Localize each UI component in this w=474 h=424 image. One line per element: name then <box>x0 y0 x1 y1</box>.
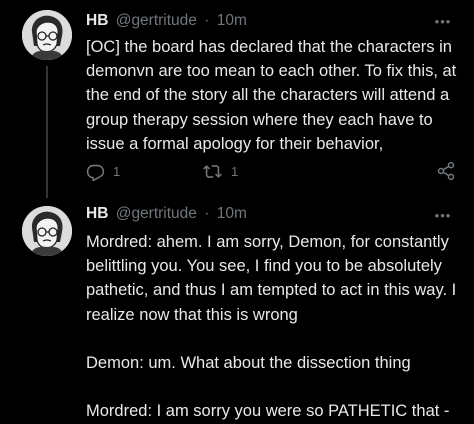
tweet-header: HB @gertritude · 10m <box>86 10 247 32</box>
header-separator: · <box>204 205 210 222</box>
avatar[interactable] <box>22 206 72 256</box>
header-separator: · <box>204 12 210 29</box>
author-name[interactable]: HB <box>86 12 108 29</box>
author-name[interactable]: HB <box>86 205 108 222</box>
avatar-drawing-icon <box>22 10 72 60</box>
avatar-drawing-icon <box>22 206 72 256</box>
tweet[interactable]: HB @gertritude · 10m ••• Mordred: ahem. … <box>0 198 474 420</box>
reply-button[interactable]: 1 <box>86 160 120 182</box>
tweet[interactable]: HB @gertritude · 10m ••• [OC] the board … <box>0 0 474 198</box>
retweet-count: 1 <box>231 163 239 179</box>
author-handle[interactable]: @gertritude <box>116 12 197 29</box>
retweet-button[interactable]: 1 <box>202 160 238 182</box>
tweet-header: HB @gertritude · 10m <box>86 203 247 225</box>
more-options-button[interactable]: ••• <box>432 207 454 225</box>
retweet-icon <box>203 164 222 178</box>
tweet-text: Mordred: ahem. I am sorry, Demon, for co… <box>86 233 457 421</box>
reply-icon <box>86 164 105 181</box>
share-button[interactable] <box>436 160 456 182</box>
reply-count: 1 <box>113 163 121 179</box>
more-options-button[interactable]: ••• <box>432 13 454 31</box>
tweet-timestamp[interactable]: 10m <box>217 205 247 222</box>
tweet-timestamp[interactable]: 10m <box>217 12 247 29</box>
share-icon <box>437 161 455 181</box>
avatar[interactable] <box>22 10 72 60</box>
thread-connector-line <box>46 66 48 198</box>
author-handle[interactable]: @gertritude <box>116 205 197 222</box>
tweet-actions: 1 1 <box>86 160 460 182</box>
tweet-text: [OC] the board has declared that the cha… <box>86 38 457 153</box>
